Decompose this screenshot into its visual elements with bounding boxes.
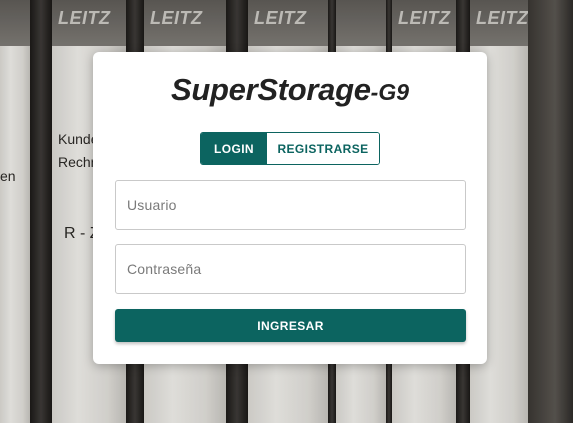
app-title: SuperStorage-G9 — [93, 72, 487, 108]
login-card: SuperStorage-G9 LOGIN REGISTRARSE INGRES… — [93, 52, 487, 364]
username-input[interactable] — [115, 180, 466, 230]
password-input[interactable] — [115, 244, 466, 294]
app-title-main: SuperStorage — [170, 72, 371, 107]
app-title-suffix: -G9 — [370, 79, 409, 105]
tab-login[interactable]: LOGIN — [201, 133, 267, 164]
login-submit-button[interactable]: INGRESAR — [115, 309, 466, 342]
tab-register[interactable]: REGISTRARSE — [267, 133, 379, 164]
auth-tabs: LOGIN REGISTRARSE — [200, 132, 380, 165]
